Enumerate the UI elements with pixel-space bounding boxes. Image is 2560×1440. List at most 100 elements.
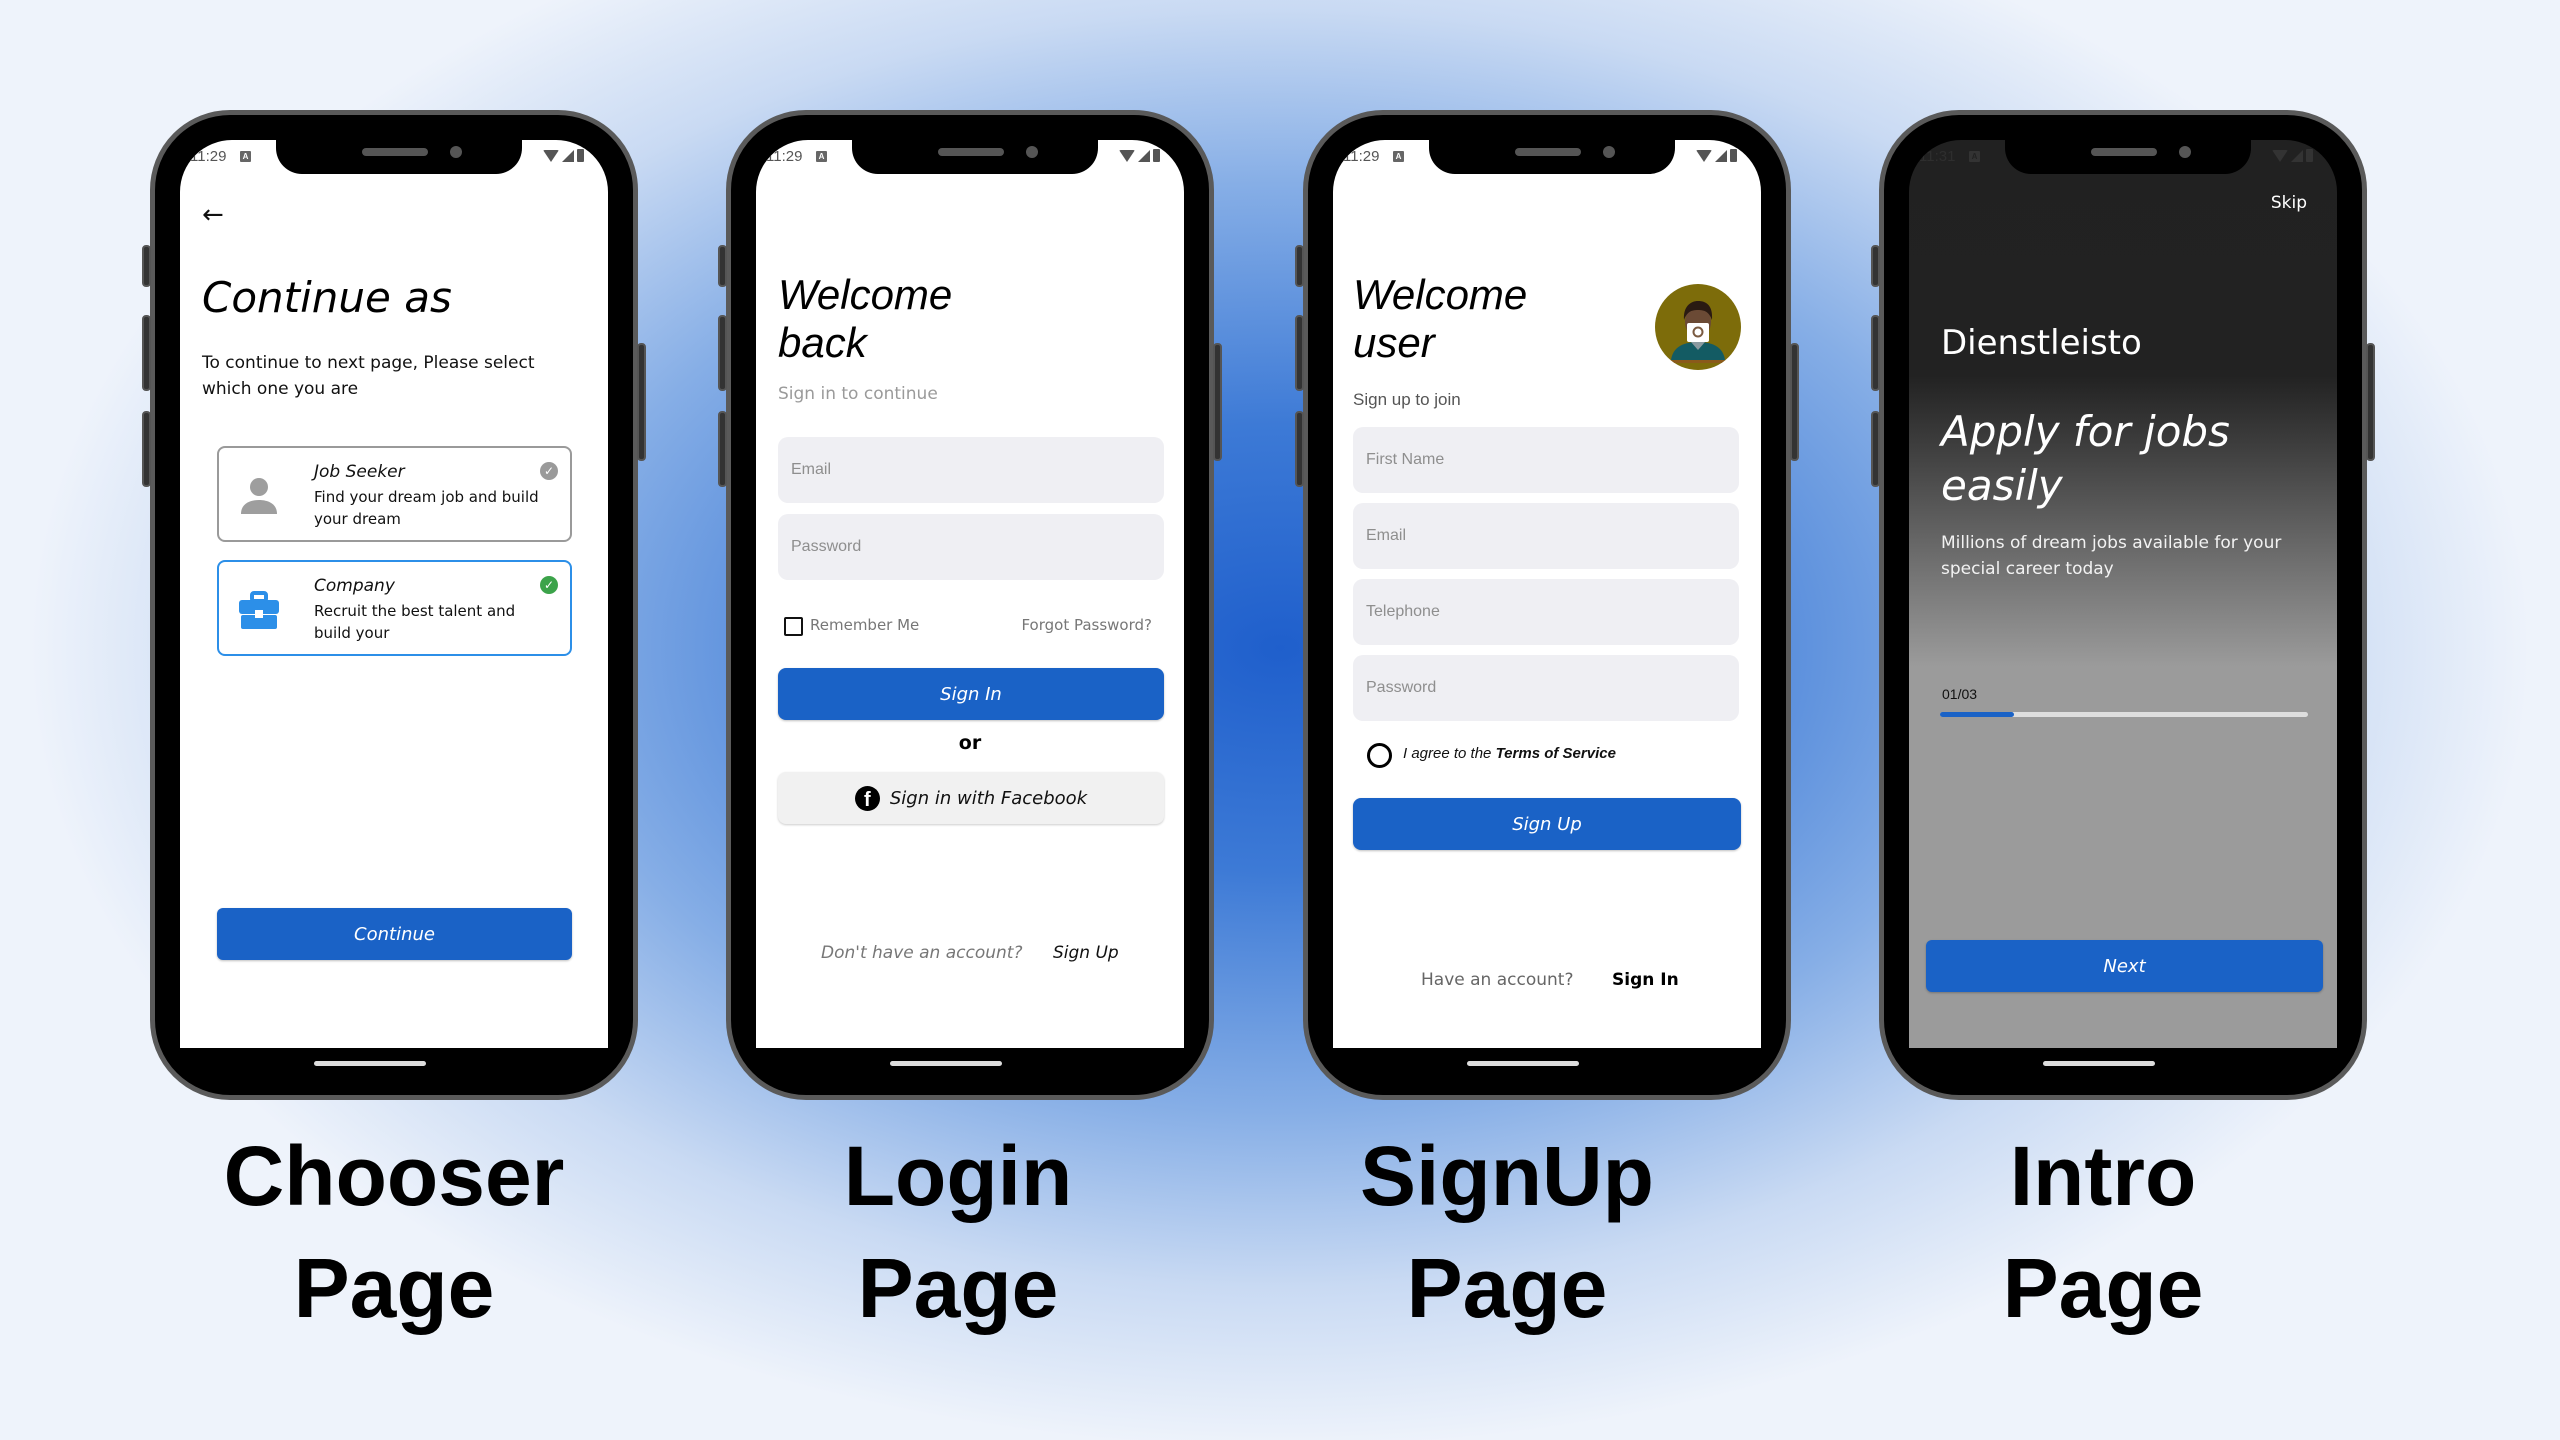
volume-down-button bbox=[1871, 411, 1880, 487]
caption-signup: SignUp Page bbox=[1207, 1120, 1807, 1344]
battery-icon bbox=[2306, 149, 2313, 162]
notch bbox=[2005, 140, 2251, 174]
wifi-icon bbox=[543, 149, 559, 162]
status-time: 11:29 bbox=[766, 148, 803, 165]
email-field[interactable]: Email bbox=[778, 437, 1164, 503]
check-circle-icon: ✓ bbox=[540, 576, 558, 594]
caption-line1: Chooser bbox=[223, 1129, 565, 1223]
welcome-title-line2: back bbox=[778, 319, 867, 366]
volume-up-button bbox=[142, 315, 151, 391]
login-screen: 11:29 A Welcome back Sign in to continue… bbox=[756, 140, 1184, 1048]
remember-me-checkbox[interactable] bbox=[784, 617, 803, 636]
caption-line1: Login bbox=[843, 1129, 1073, 1223]
option-card-company[interactable]: Company Recruit the best talent and buil… bbox=[217, 560, 572, 656]
caption-chooser: Chooser Page bbox=[94, 1120, 694, 1344]
intro-description: Millions of dream jobs available for you… bbox=[1941, 533, 2282, 579]
notch bbox=[276, 140, 522, 174]
intro-progress-fill bbox=[1940, 712, 2014, 717]
volume-up-button bbox=[1871, 315, 1880, 391]
home-indicator[interactable] bbox=[2043, 1061, 2155, 1066]
terms-agree-label: I agree to the Terms of Service bbox=[1403, 745, 1616, 762]
home-indicator[interactable] bbox=[314, 1061, 426, 1066]
sign-in-link[interactable]: Sign In bbox=[1612, 970, 1679, 990]
wifi-icon bbox=[2272, 149, 2288, 162]
next-button[interactable]: Next bbox=[1926, 940, 2323, 992]
status-time: 11:29 bbox=[190, 148, 227, 165]
power-button bbox=[1213, 343, 1222, 461]
caption-line1: SignUp bbox=[1360, 1129, 1654, 1223]
caption-intro: Intro Page bbox=[1803, 1120, 2403, 1344]
caption-line2: Page bbox=[2002, 1241, 2204, 1335]
caption-login: Login Page bbox=[658, 1120, 1258, 1344]
volume-up-button bbox=[718, 315, 727, 391]
password-field[interactable]: Password bbox=[1353, 655, 1739, 721]
avatar-camera-icon[interactable] bbox=[1655, 284, 1741, 370]
power-button bbox=[2366, 343, 2375, 461]
remember-me-label: Remember Me bbox=[810, 616, 920, 634]
sign-up-link[interactable]: Sign Up bbox=[1053, 943, 1119, 963]
notification-a-icon: A bbox=[1393, 151, 1404, 162]
check-circle-icon: ✓ bbox=[540, 462, 558, 480]
page-title: Continue as bbox=[202, 273, 452, 322]
person-icon bbox=[237, 474, 281, 518]
status-time: 11:31 bbox=[1919, 148, 1956, 165]
side-button bbox=[142, 245, 151, 287]
signin-subtitle: Sign in to continue bbox=[778, 384, 938, 404]
power-button bbox=[637, 343, 646, 461]
side-button bbox=[1871, 245, 1880, 287]
volume-down-button bbox=[142, 411, 151, 487]
home-indicator[interactable] bbox=[1467, 1061, 1579, 1066]
chooser-screen: 11:29 A ← Continue as To continue to nex… bbox=[180, 140, 608, 1048]
volume-down-button bbox=[718, 411, 727, 487]
terms-prefix: I agree to the bbox=[1403, 745, 1496, 762]
status-time: 11:29 bbox=[1343, 148, 1380, 165]
signal-icon bbox=[1138, 149, 1150, 162]
notch bbox=[852, 140, 1098, 174]
terms-radio[interactable] bbox=[1367, 743, 1392, 768]
battery-icon bbox=[577, 149, 584, 162]
welcome-title-line1: Welcome bbox=[778, 271, 953, 318]
sign-up-button[interactable]: Sign Up bbox=[1353, 798, 1741, 850]
intro-screen: 11:31 A Skip Dienstleisto Apply for jobs… bbox=[1909, 140, 2337, 1048]
briefcase-icon bbox=[237, 588, 281, 632]
phone-login: 11:29 A Welcome back Sign in to continue… bbox=[718, 110, 1222, 1100]
side-button bbox=[1295, 245, 1304, 287]
password-field[interactable]: Password bbox=[778, 514, 1164, 580]
intro-progress-track bbox=[1940, 712, 2308, 717]
battery-icon bbox=[1153, 149, 1160, 162]
back-arrow-icon[interactable]: ← bbox=[202, 200, 224, 230]
brand-name: Dienstleisto bbox=[1941, 323, 2142, 363]
option-title: Company bbox=[314, 576, 395, 596]
intro-headline: Apply for jobs easily bbox=[1941, 405, 2230, 513]
continue-button[interactable]: Continue bbox=[217, 908, 572, 960]
battery-icon bbox=[1730, 149, 1737, 162]
side-button bbox=[718, 245, 727, 287]
phone-intro: 11:31 A Skip Dienstleisto Apply for jobs… bbox=[1871, 110, 2375, 1100]
caption-line2: Page bbox=[293, 1241, 495, 1335]
signup-subtitle: Sign up to join bbox=[1353, 390, 1461, 409]
option-title: Job Seeker bbox=[314, 462, 405, 482]
forgot-password-link[interactable]: Forgot Password? bbox=[1021, 616, 1152, 634]
notification-a-icon: A bbox=[1969, 151, 1980, 162]
option-description: Find your dream job and build your dream bbox=[314, 488, 539, 528]
signup-screen: 11:29 A Welcome user Sign up to join Fir… bbox=[1333, 140, 1761, 1048]
skip-button[interactable]: Skip bbox=[2271, 193, 2307, 213]
email-field[interactable]: Email bbox=[1353, 503, 1739, 569]
notification-a-icon: A bbox=[816, 151, 827, 162]
first-name-field[interactable]: First Name bbox=[1353, 427, 1739, 493]
or-divider: or bbox=[958, 732, 982, 754]
caption-line1: Intro bbox=[2009, 1129, 2197, 1223]
page-indicator: 01/03 bbox=[1942, 686, 1978, 702]
sign-in-button[interactable]: Sign In bbox=[778, 668, 1164, 720]
facebook-signin-button[interactable]: f Sign in with Facebook bbox=[778, 772, 1164, 824]
caption-line2: Page bbox=[857, 1241, 1059, 1335]
terms-of-service-link[interactable]: Terms of Service bbox=[1496, 745, 1616, 762]
facebook-label: Sign in with Facebook bbox=[889, 787, 1088, 809]
intro-headline-line1: Apply for jobs bbox=[1941, 407, 2230, 456]
signal-icon bbox=[562, 149, 574, 162]
wifi-icon bbox=[1696, 149, 1712, 162]
notch bbox=[1429, 140, 1675, 174]
telephone-field[interactable]: Telephone bbox=[1353, 579, 1739, 645]
option-card-job-seeker[interactable]: Job Seeker Find your dream job and build… bbox=[217, 446, 572, 542]
home-indicator[interactable] bbox=[890, 1061, 1002, 1066]
